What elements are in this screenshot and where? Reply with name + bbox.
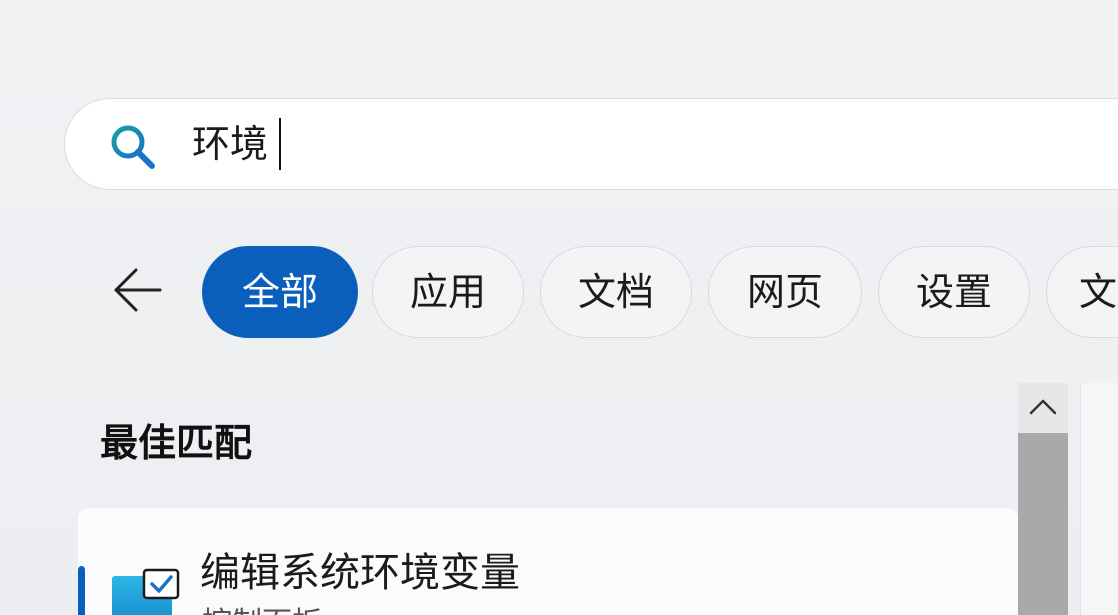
selection-indicator: [78, 566, 85, 615]
search-window: 环境 全部 应用 文档 网页 设置 文 最佳匹配 编辑系统环境变量: [0, 0, 1118, 615]
section-title-best-match: 最佳匹配: [100, 421, 253, 465]
result-title: 编辑系统环境变量: [200, 550, 520, 596]
text-caret: [279, 118, 281, 170]
scroll-up-button[interactable]: [1018, 383, 1068, 433]
results-scrollbar-thumb[interactable]: [1018, 433, 1068, 615]
filter-chip-all[interactable]: 全部: [202, 246, 358, 338]
chevron-up-icon: [1029, 399, 1057, 415]
search-input[interactable]: 环境: [192, 116, 268, 172]
search-icon: [108, 122, 158, 172]
arrow-left-icon: [114, 268, 162, 312]
filter-chip-apps[interactable]: 应用: [372, 246, 524, 338]
filter-chip-documents[interactable]: 文档: [540, 246, 692, 338]
control-panel-icon: [108, 568, 184, 615]
preview-pane: [1080, 383, 1118, 615]
filter-chip-settings[interactable]: 设置: [878, 246, 1030, 338]
result-subtitle: 控制面板: [202, 598, 322, 615]
back-button[interactable]: [110, 262, 166, 318]
filter-chip-folders[interactable]: 文: [1046, 246, 1118, 338]
filter-chip-web[interactable]: 网页: [708, 246, 862, 338]
